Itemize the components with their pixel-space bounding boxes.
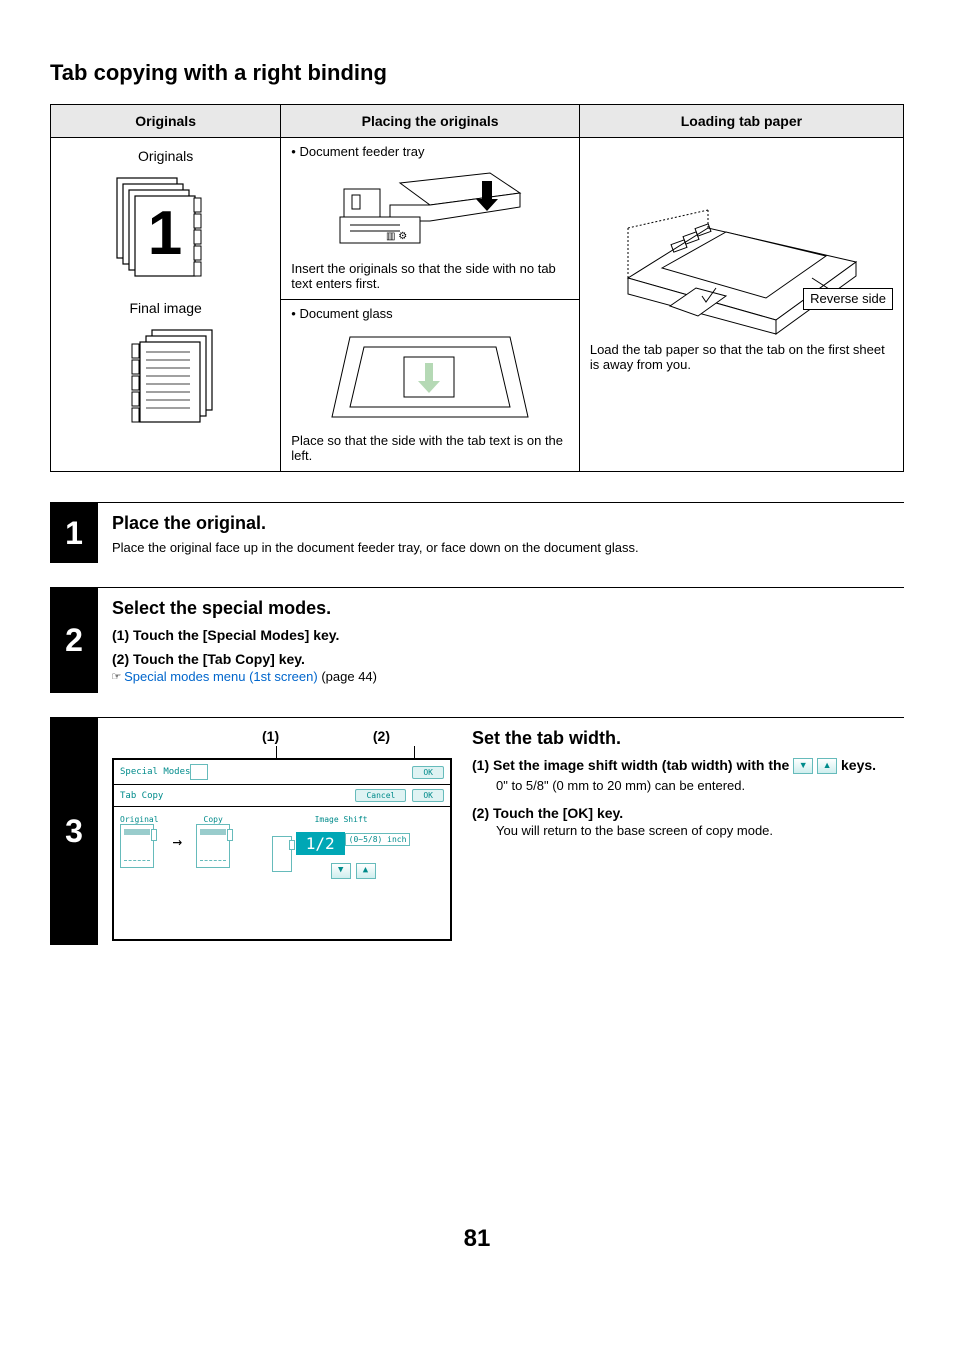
ref-icon: ☞	[112, 669, 120, 685]
feeder-tray-icon: ▥ ⚙	[330, 165, 530, 255]
bullet-glass: • Document glass	[291, 306, 569, 321]
step-2-heading: Select the special modes.	[112, 598, 900, 619]
reverse-side-callout: Reverse side	[803, 288, 893, 310]
step-3-sub1: (1) Set the image shift width (tab width…	[472, 757, 900, 774]
cell-placing: • Document feeder tray	[281, 138, 580, 472]
label-image-shift: Image Shift	[238, 815, 444, 824]
th-placing: Placing the originals	[281, 105, 580, 138]
up-key-icon: ▲	[817, 758, 837, 774]
bypass-tray-icon	[616, 208, 866, 338]
ok-button[interactable]: OK	[412, 789, 444, 802]
cell-loading: Reverse side Load the tab paper so that …	[579, 138, 903, 472]
panel-label-2: (2)	[373, 728, 390, 744]
up-button[interactable]: ▲	[356, 863, 376, 879]
step-3: 3 (1) (2) Special Modes	[50, 717, 904, 945]
bullet-feeder: • Document feeder tray	[291, 144, 569, 159]
ref-tail: (page 44)	[318, 669, 377, 684]
loading-caption: Load the tab paper so that the tab on th…	[590, 342, 893, 372]
svg-text:▥ ⚙: ▥ ⚙	[386, 231, 407, 242]
svg-text:1: 1	[147, 199, 181, 268]
step-1: 1 Place the original. Place the original…	[50, 502, 904, 563]
page-number: 81	[50, 1225, 904, 1253]
cell-originals: Originals 1 Final image	[51, 138, 281, 472]
step-2-sub2: (2) Touch the [Tab Copy] key.	[112, 651, 900, 667]
step-3-number: 3	[50, 718, 98, 945]
step-3-sub2: (2) Touch the [OK] key.	[472, 805, 900, 821]
label-original: Original	[120, 815, 159, 824]
panel-subtitle: Tab Copy	[120, 791, 163, 801]
feeder-caption: Insert the originals so that the side wi…	[291, 261, 569, 291]
th-loading: Loading tab paper	[579, 105, 903, 138]
cancel-button[interactable]: Cancel	[355, 789, 406, 802]
document-glass-icon	[330, 327, 530, 427]
step-3-range: 0" to 5/8" (0 mm to 20 mm) can be entere…	[496, 778, 900, 793]
ref-link[interactable]: Special modes menu (1st screen)	[124, 669, 318, 684]
th-originals: Originals	[51, 105, 281, 138]
down-button[interactable]: ▼	[331, 863, 351, 879]
step-3-heading: Set the tab width.	[472, 728, 900, 749]
panel-title: Special Modes	[120, 767, 190, 777]
ok-button-top[interactable]: OK	[412, 766, 444, 779]
label-copy: Copy	[196, 815, 230, 824]
step-2-sub1: (1) Touch the [Special Modes] key.	[112, 627, 900, 643]
arrow-icon: →	[173, 832, 183, 851]
label-originals: Originals	[61, 148, 270, 164]
label-final: Final image	[61, 300, 270, 316]
final-image-icon	[116, 324, 216, 424]
top-table: Originals Placing the originals Loading …	[50, 104, 904, 472]
step-1-text: Place the original face up in the docume…	[112, 540, 900, 555]
step-2-number: 2	[50, 588, 98, 693]
step-1-heading: Place the original.	[112, 513, 900, 534]
touch-panel-figure: (1) (2) Special Modes OK	[112, 728, 452, 941]
glass-caption: Place so that the side with the tab text…	[291, 433, 569, 463]
down-key-icon: ▼	[793, 758, 813, 774]
shift-value: 1/2	[296, 832, 345, 855]
originals-stack-icon: 1	[111, 172, 221, 282]
page-title: Tab copying with a right binding	[50, 60, 904, 86]
panel-label-1: (1)	[262, 728, 279, 744]
step-2: 2 Select the special modes. (1) Touch th…	[50, 587, 904, 693]
step-3-sub2-body: You will return to the base screen of co…	[496, 823, 900, 838]
step-1-number: 1	[50, 503, 98, 563]
shift-unit: (0~5/8) inch	[345, 833, 411, 846]
